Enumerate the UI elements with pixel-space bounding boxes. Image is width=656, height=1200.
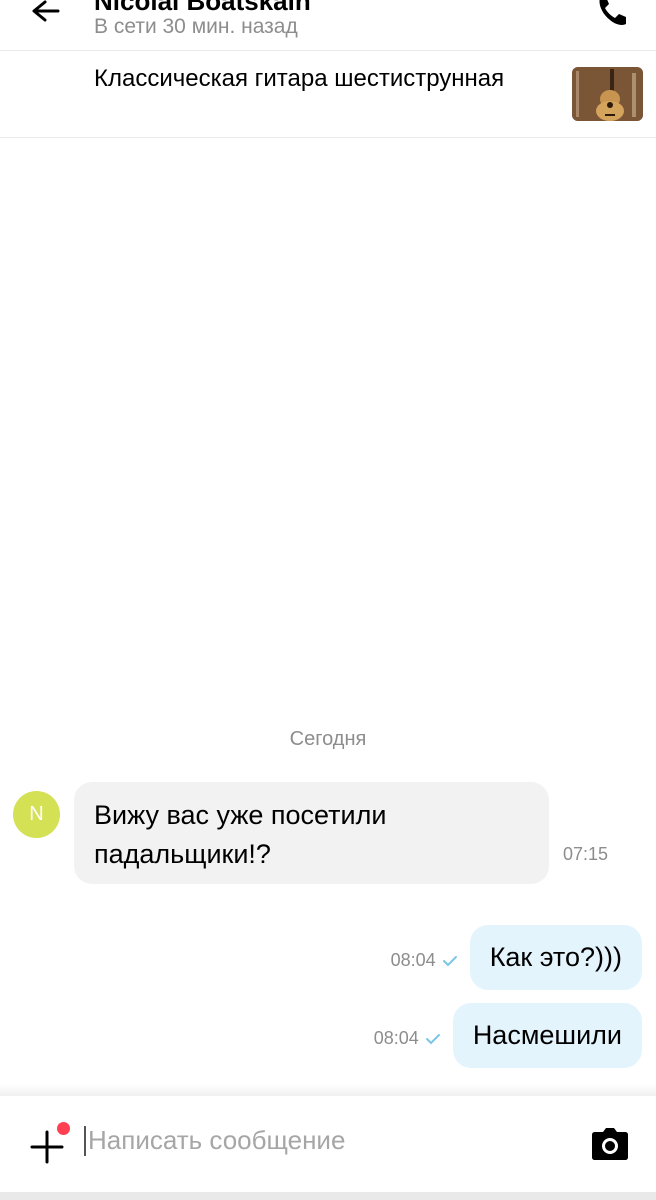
date-separator: Сегодня [289,728,367,750]
guitar-thumbnail [572,67,643,121]
call-button[interactable] [592,0,632,30]
outgoing-message-bubble[interactable]: Как это?))) [469,925,642,990]
message-input[interactable] [88,1118,558,1162]
incoming-message-bubble[interactable]: Вижу вас уже посетили падальщики!? [74,782,549,884]
plus-icon [30,1130,64,1164]
message-meta: 08:04 [374,1028,441,1049]
outgoing-message-time: 08:04 [390,950,436,970]
outgoing-message-time: 08:04 [373,1028,419,1048]
text-caret [84,1126,86,1156]
listing-card[interactable]: Классическая гитара шестиструнная [0,51,656,138]
incoming-message-time: 07:15 [563,844,609,864]
check-icon [425,1033,440,1044]
message-meta: 08:04 [391,950,458,971]
contact-status: В сети 30 мин. назад [94,15,298,38]
phone-icon [599,0,626,25]
arrow-left-icon [32,0,60,22]
back-button[interactable] [26,0,66,28]
check-icon [442,955,457,966]
attach-button[interactable] [30,1130,70,1170]
outgoing-message-row: 08:04 Как это?))) [391,925,642,990]
composer-divider [0,1084,656,1096]
listing-title: Классическая гитара шестиструнная [94,65,505,92]
avatar[interactable]: N [13,791,60,838]
chat-header: Nicolai Boatskain В сети 30 мин. назад [0,0,656,51]
message-composer [0,1096,656,1192]
notification-dot [57,1122,70,1135]
system-nav-bar [0,1192,656,1200]
camera-icon [592,1128,628,1160]
camera-button[interactable] [590,1126,630,1162]
outgoing-message-row: 08:04 Насмешили [374,1003,642,1068]
outgoing-message-bubble[interactable]: Насмешили [452,1003,642,1068]
